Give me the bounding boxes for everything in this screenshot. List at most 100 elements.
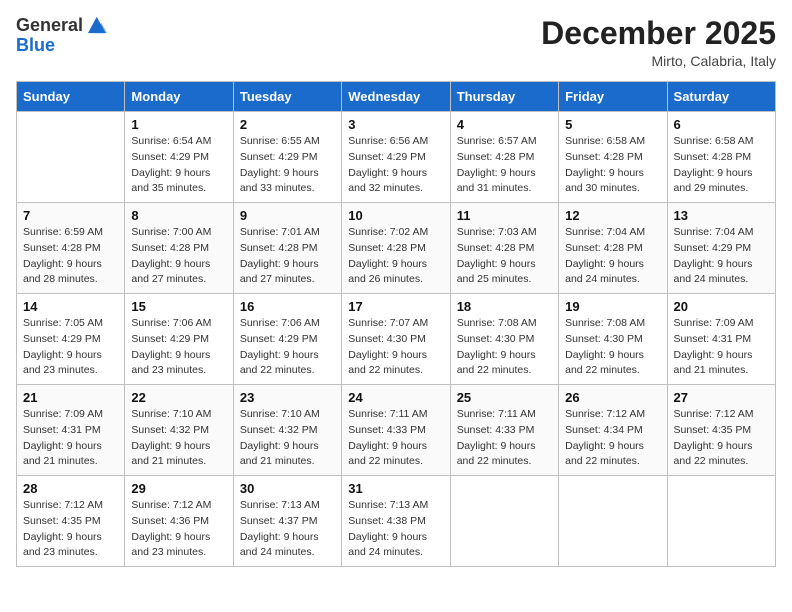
calendar-day-cell: 26 Sunrise: 7:12 AMSunset: 4:34 PMDaylig… xyxy=(559,385,667,476)
calendar-day-cell xyxy=(667,476,775,567)
day-info: Sunrise: 6:58 AMSunset: 4:28 PMDaylight:… xyxy=(565,134,660,197)
day-number: 11 xyxy=(457,208,552,223)
calendar-day-cell: 22 Sunrise: 7:10 AMSunset: 4:32 PMDaylig… xyxy=(125,385,233,476)
day-of-week-header: Wednesday xyxy=(342,82,450,112)
calendar-day-cell: 3 Sunrise: 6:56 AMSunset: 4:29 PMDayligh… xyxy=(342,112,450,203)
day-number: 10 xyxy=(348,208,443,223)
logo-general: General xyxy=(16,16,83,36)
day-number: 18 xyxy=(457,299,552,314)
calendar-day-cell: 15 Sunrise: 7:06 AMSunset: 4:29 PMDaylig… xyxy=(125,294,233,385)
calendar-day-cell: 23 Sunrise: 7:10 AMSunset: 4:32 PMDaylig… xyxy=(233,385,341,476)
logo-icon xyxy=(85,14,107,36)
day-info: Sunrise: 7:07 AMSunset: 4:30 PMDaylight:… xyxy=(348,316,443,379)
calendar-day-cell: 14 Sunrise: 7:05 AMSunset: 4:29 PMDaylig… xyxy=(17,294,125,385)
day-number: 25 xyxy=(457,390,552,405)
title-block: December 2025 Mirto, Calabria, Italy xyxy=(541,16,776,69)
day-number: 16 xyxy=(240,299,335,314)
day-number: 3 xyxy=(348,117,443,132)
calendar-day-cell: 29 Sunrise: 7:12 AMSunset: 4:36 PMDaylig… xyxy=(125,476,233,567)
day-number: 6 xyxy=(674,117,769,132)
calendar-week-row: 28 Sunrise: 7:12 AMSunset: 4:35 PMDaylig… xyxy=(17,476,776,567)
calendar-week-row: 21 Sunrise: 7:09 AMSunset: 4:31 PMDaylig… xyxy=(17,385,776,476)
calendar-day-cell: 5 Sunrise: 6:58 AMSunset: 4:28 PMDayligh… xyxy=(559,112,667,203)
day-number: 20 xyxy=(674,299,769,314)
day-info: Sunrise: 7:13 AMSunset: 4:38 PMDaylight:… xyxy=(348,498,443,561)
calendar-day-cell: 28 Sunrise: 7:12 AMSunset: 4:35 PMDaylig… xyxy=(17,476,125,567)
day-info: Sunrise: 7:13 AMSunset: 4:37 PMDaylight:… xyxy=(240,498,335,561)
day-info: Sunrise: 7:08 AMSunset: 4:30 PMDaylight:… xyxy=(565,316,660,379)
day-of-week-header: Sunday xyxy=(17,82,125,112)
day-of-week-header: Tuesday xyxy=(233,82,341,112)
day-info: Sunrise: 6:59 AMSunset: 4:28 PMDaylight:… xyxy=(23,225,118,288)
day-info: Sunrise: 6:55 AMSunset: 4:29 PMDaylight:… xyxy=(240,134,335,197)
calendar-day-cell: 9 Sunrise: 7:01 AMSunset: 4:28 PMDayligh… xyxy=(233,203,341,294)
day-number: 19 xyxy=(565,299,660,314)
page-header: General Blue December 2025 Mirto, Calabr… xyxy=(16,16,776,69)
day-info: Sunrise: 7:06 AMSunset: 4:29 PMDaylight:… xyxy=(131,316,226,379)
day-info: Sunrise: 7:09 AMSunset: 4:31 PMDaylight:… xyxy=(674,316,769,379)
day-info: Sunrise: 7:04 AMSunset: 4:28 PMDaylight:… xyxy=(565,225,660,288)
day-of-week-header: Thursday xyxy=(450,82,558,112)
calendar-day-cell: 11 Sunrise: 7:03 AMSunset: 4:28 PMDaylig… xyxy=(450,203,558,294)
calendar-week-row: 1 Sunrise: 6:54 AMSunset: 4:29 PMDayligh… xyxy=(17,112,776,203)
calendar-day-cell xyxy=(17,112,125,203)
calendar-week-row: 7 Sunrise: 6:59 AMSunset: 4:28 PMDayligh… xyxy=(17,203,776,294)
day-number: 28 xyxy=(23,481,118,496)
day-info: Sunrise: 6:57 AMSunset: 4:28 PMDaylight:… xyxy=(457,134,552,197)
day-info: Sunrise: 7:12 AMSunset: 4:36 PMDaylight:… xyxy=(131,498,226,561)
calendar-day-cell: 7 Sunrise: 6:59 AMSunset: 4:28 PMDayligh… xyxy=(17,203,125,294)
calendar-day-cell: 16 Sunrise: 7:06 AMSunset: 4:29 PMDaylig… xyxy=(233,294,341,385)
day-number: 8 xyxy=(131,208,226,223)
day-info: Sunrise: 7:02 AMSunset: 4:28 PMDaylight:… xyxy=(348,225,443,288)
day-info: Sunrise: 7:10 AMSunset: 4:32 PMDaylight:… xyxy=(131,407,226,470)
day-number: 14 xyxy=(23,299,118,314)
day-info: Sunrise: 7:09 AMSunset: 4:31 PMDaylight:… xyxy=(23,407,118,470)
day-info: Sunrise: 7:11 AMSunset: 4:33 PMDaylight:… xyxy=(348,407,443,470)
calendar-day-cell: 25 Sunrise: 7:11 AMSunset: 4:33 PMDaylig… xyxy=(450,385,558,476)
calendar-day-cell: 21 Sunrise: 7:09 AMSunset: 4:31 PMDaylig… xyxy=(17,385,125,476)
day-number: 2 xyxy=(240,117,335,132)
day-number: 5 xyxy=(565,117,660,132)
day-of-week-header: Friday xyxy=(559,82,667,112)
day-info: Sunrise: 7:12 AMSunset: 4:35 PMDaylight:… xyxy=(23,498,118,561)
calendar-day-cell: 2 Sunrise: 6:55 AMSunset: 4:29 PMDayligh… xyxy=(233,112,341,203)
day-number: 22 xyxy=(131,390,226,405)
calendar-day-cell: 31 Sunrise: 7:13 AMSunset: 4:38 PMDaylig… xyxy=(342,476,450,567)
day-number: 17 xyxy=(348,299,443,314)
calendar-day-cell: 24 Sunrise: 7:11 AMSunset: 4:33 PMDaylig… xyxy=(342,385,450,476)
day-info: Sunrise: 6:54 AMSunset: 4:29 PMDaylight:… xyxy=(131,134,226,197)
day-info: Sunrise: 7:06 AMSunset: 4:29 PMDaylight:… xyxy=(240,316,335,379)
day-info: Sunrise: 7:04 AMSunset: 4:29 PMDaylight:… xyxy=(674,225,769,288)
calendar-day-cell: 30 Sunrise: 7:13 AMSunset: 4:37 PMDaylig… xyxy=(233,476,341,567)
day-info: Sunrise: 7:05 AMSunset: 4:29 PMDaylight:… xyxy=(23,316,118,379)
day-info: Sunrise: 7:03 AMSunset: 4:28 PMDaylight:… xyxy=(457,225,552,288)
calendar-day-cell: 27 Sunrise: 7:12 AMSunset: 4:35 PMDaylig… xyxy=(667,385,775,476)
day-number: 12 xyxy=(565,208,660,223)
day-info: Sunrise: 7:12 AMSunset: 4:35 PMDaylight:… xyxy=(674,407,769,470)
day-number: 26 xyxy=(565,390,660,405)
calendar-day-cell: 20 Sunrise: 7:09 AMSunset: 4:31 PMDaylig… xyxy=(667,294,775,385)
calendar-day-cell: 8 Sunrise: 7:00 AMSunset: 4:28 PMDayligh… xyxy=(125,203,233,294)
calendar-header-row: SundayMondayTuesdayWednesdayThursdayFrid… xyxy=(17,82,776,112)
location: Mirto, Calabria, Italy xyxy=(541,53,776,69)
day-info: Sunrise: 7:10 AMSunset: 4:32 PMDaylight:… xyxy=(240,407,335,470)
day-number: 7 xyxy=(23,208,118,223)
day-number: 31 xyxy=(348,481,443,496)
calendar-day-cell xyxy=(450,476,558,567)
day-number: 13 xyxy=(674,208,769,223)
calendar-day-cell: 10 Sunrise: 7:02 AMSunset: 4:28 PMDaylig… xyxy=(342,203,450,294)
calendar-day-cell: 17 Sunrise: 7:07 AMSunset: 4:30 PMDaylig… xyxy=(342,294,450,385)
day-info: Sunrise: 6:58 AMSunset: 4:28 PMDaylight:… xyxy=(674,134,769,197)
day-number: 9 xyxy=(240,208,335,223)
day-info: Sunrise: 7:11 AMSunset: 4:33 PMDaylight:… xyxy=(457,407,552,470)
calendar-day-cell: 4 Sunrise: 6:57 AMSunset: 4:28 PMDayligh… xyxy=(450,112,558,203)
day-info: Sunrise: 6:56 AMSunset: 4:29 PMDaylight:… xyxy=(348,134,443,197)
calendar-day-cell: 19 Sunrise: 7:08 AMSunset: 4:30 PMDaylig… xyxy=(559,294,667,385)
day-number: 21 xyxy=(23,390,118,405)
calendar-table: SundayMondayTuesdayWednesdayThursdayFrid… xyxy=(16,81,776,567)
logo: General Blue xyxy=(16,16,107,56)
day-number: 30 xyxy=(240,481,335,496)
logo-blue: Blue xyxy=(16,36,107,56)
day-info: Sunrise: 7:12 AMSunset: 4:34 PMDaylight:… xyxy=(565,407,660,470)
month-title: December 2025 xyxy=(541,16,776,51)
